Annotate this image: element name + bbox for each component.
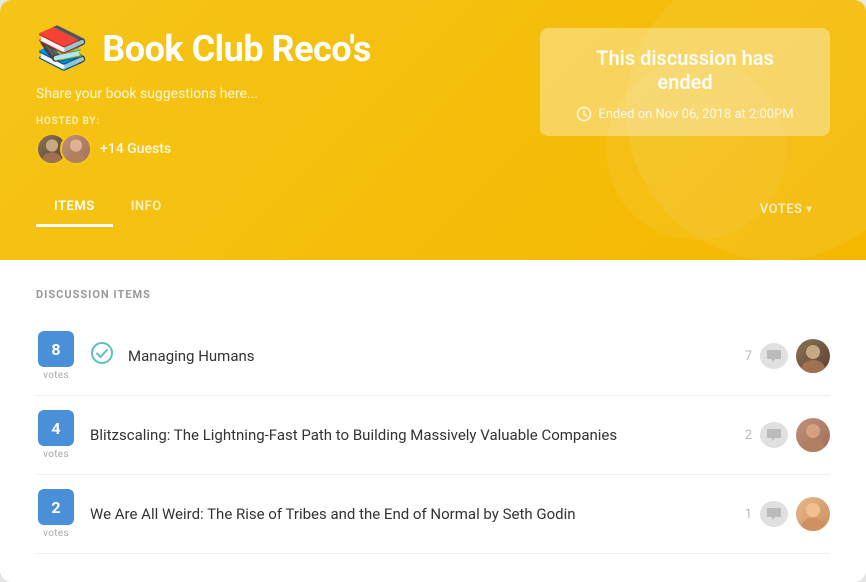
ended-timestamp: Ended on Nov 06, 2018 at 2:00PM [568,106,802,122]
vote-badge-1: 8 votes [36,331,76,381]
group-title: Book Club Reco's [102,28,371,70]
user-avatar-3 [796,497,830,531]
tab-items[interactable]: ITEMS [36,189,113,227]
section-label: DISCUSSION ITEMS [36,288,830,301]
vote-label-2: votes [43,449,69,460]
user-avatar-2 [796,418,830,452]
item-right-1: 7 [745,339,830,373]
tab-votes[interactable]: VOTES ▾ [742,192,830,227]
comment-count-2: 2 [745,428,752,443]
clock-icon [576,106,592,122]
list-item: 4 votes Blitzscaling: The Lightning-Fast… [36,396,830,475]
nav-tabs: ITEMS INFO VOTES ▾ [36,189,830,227]
vote-label-3: votes [43,528,69,539]
vote-number-1: 8 [38,331,74,367]
votes-tab-label: VOTES [760,202,803,217]
guests-count: +14 Guests [100,141,171,157]
check-icon [90,341,114,371]
user-avatar-1 [796,339,830,373]
ended-box: This discussion has ended Ended on Nov 0… [540,28,830,136]
ended-text: This discussion has ended [568,46,802,94]
comment-count-1: 7 [745,349,752,364]
title-row: 📚 Book Club Reco's [36,28,540,70]
comment-count-3: 1 [745,507,752,522]
vote-label-1: votes [43,370,69,381]
comment-bubble-1 [760,343,788,369]
content-section: DISCUSSION ITEMS 8 votes Managing Humans… [0,260,866,582]
vote-badge-2: 4 votes [36,410,76,460]
avatar-2 [60,133,92,165]
item-title-1: Managing Humans [128,347,731,365]
vote-number-2: 4 [38,410,74,446]
chevron-down-icon: ▾ [806,204,812,215]
discussion-list: 8 votes Managing Humans 7 [36,317,830,554]
item-title-2: Blitzscaling: The Lightning-Fast Path to… [90,426,731,444]
tab-info[interactable]: INFO [113,189,180,227]
nav-left: ITEMS INFO [36,189,180,227]
app-container: 📚 Book Club Reco's Share your book sugge… [0,0,866,582]
header-section: 📚 Book Club Reco's Share your book sugge… [0,0,866,260]
subtitle-text: Share your book suggestions here... [36,86,540,102]
hosted-by-label: HOSTED BY: [36,116,540,127]
vote-number-3: 2 [38,489,74,525]
item-right-3: 1 [745,497,830,531]
list-item: 2 votes We Are All Weird: The Rise of Tr… [36,475,830,554]
header-left: 📚 Book Club Reco's Share your book sugge… [36,28,540,165]
ended-timestamp-text: Ended on Nov 06, 2018 at 2:00PM [598,107,793,122]
list-item: 8 votes Managing Humans 7 [36,317,830,396]
comment-bubble-2 [760,422,788,448]
item-title-3: We Are All Weird: The Rise of Tribes and… [90,505,731,523]
guests-row: +14 Guests [36,133,540,165]
vote-badge-3: 2 votes [36,489,76,539]
avatar-stack [36,133,92,165]
book-emoji-icon: 📚 [36,28,88,70]
comment-bubble-3 [760,501,788,527]
item-right-2: 2 [745,418,830,452]
